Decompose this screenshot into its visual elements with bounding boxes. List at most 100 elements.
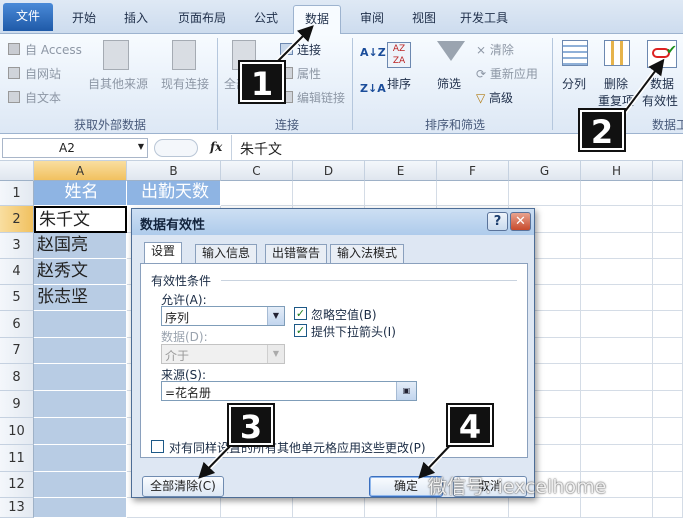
properties-button[interactable]: 属性 [297, 65, 321, 82]
column-header-e[interactable]: E [365, 161, 437, 181]
chevron-down-icon[interactable]: ▼ [267, 307, 284, 325]
grid-cell[interactable] [365, 498, 437, 518]
row-header[interactable]: 13 [0, 498, 34, 518]
tab-error-alert[interactable]: 出错警告 [265, 244, 328, 263]
tab-insert[interactable]: 插入 [114, 5, 158, 34]
dialog-title-bar[interactable]: 数据有效性 ? ✕ [132, 209, 534, 235]
grid-cell[interactable] [581, 338, 653, 364]
name-cell[interactable]: 赵国亮 [34, 233, 127, 259]
grid-cell[interactable] [653, 259, 683, 285]
formula-input[interactable]: 朱千文 [240, 139, 282, 159]
name-cell[interactable] [34, 364, 127, 391]
range-picker-icon[interactable]: ▣ [396, 382, 416, 400]
name-box[interactable]: A2 ▼ [2, 138, 148, 158]
header-cell-days[interactable]: 出勤天数 [127, 181, 221, 206]
grid-cell[interactable] [365, 181, 437, 206]
column-header-b[interactable]: B [127, 161, 221, 181]
grid-cell[interactable] [221, 181, 293, 206]
column-header-g[interactable]: G [509, 161, 581, 181]
grid-cell[interactable] [581, 445, 653, 472]
tab-page-layout[interactable]: 页面布局 [170, 5, 234, 34]
grid-cell[interactable] [221, 498, 293, 518]
row-header[interactable]: 10 [0, 418, 34, 445]
column-header-a[interactable]: A [34, 161, 127, 181]
row-header[interactable]: 12 [0, 472, 34, 498]
row-header[interactable]: 1 [0, 181, 34, 206]
column-header-c[interactable]: C [221, 161, 293, 181]
name-cell[interactable] [34, 498, 127, 518]
row-header[interactable]: 8 [0, 364, 34, 391]
formula-bar-resize-handle[interactable] [154, 139, 198, 157]
advanced-filter-button[interactable]: ▽ 高级 [476, 89, 513, 106]
grid-cell[interactable] [581, 391, 653, 418]
grid-cell[interactable] [581, 418, 653, 445]
tab-file[interactable]: 文件 [3, 3, 53, 31]
row-header[interactable]: 5 [0, 285, 34, 311]
row-header[interactable]: 11 [0, 445, 34, 472]
grid-cell[interactable] [581, 181, 653, 206]
insert-function-button[interactable]: fx [210, 140, 222, 154]
grid-cell[interactable] [509, 498, 581, 518]
tab-input-message[interactable]: 输入信息 [195, 244, 258, 263]
name-cell[interactable] [34, 338, 127, 364]
close-button[interactable]: ✕ [510, 212, 531, 231]
grid-cell[interactable] [653, 498, 683, 518]
grid-cell[interactable] [653, 418, 683, 445]
existing-connections-button[interactable]: 现有连接 [161, 75, 209, 92]
tab-settings[interactable]: 设置 [144, 242, 183, 264]
grid-cell[interactable] [293, 181, 365, 206]
name-cell[interactable] [34, 391, 127, 418]
tab-developer[interactable]: 开发工具 [452, 5, 516, 34]
help-button[interactable]: ? [487, 212, 508, 231]
grid-cell[interactable] [127, 498, 221, 518]
name-cell[interactable] [34, 445, 127, 472]
grid-cell[interactable] [509, 181, 581, 206]
grid-cell[interactable] [293, 498, 365, 518]
name-box-dropdown-icon[interactable]: ▼ [138, 142, 144, 151]
row-header[interactable]: 9 [0, 391, 34, 418]
row-header[interactable]: 7 [0, 338, 34, 364]
text-to-columns-button[interactable]: 分列 [562, 75, 586, 92]
header-cell-name[interactable]: 姓名 [34, 181, 127, 206]
from-web-button[interactable]: 自网站 [25, 65, 61, 82]
select-all-corner[interactable] [0, 161, 34, 181]
name-cell[interactable]: 赵秀文 [34, 259, 127, 285]
tab-home[interactable]: 开始 [62, 5, 106, 34]
remove-duplicates-button[interactable]: 删除 [604, 75, 628, 92]
grid-cell[interactable] [653, 233, 683, 259]
source-input[interactable]: =花名册 ▣ [161, 381, 417, 401]
grid-cell[interactable] [653, 338, 683, 364]
ignore-blank-checkbox[interactable]: ✓ [294, 307, 307, 320]
in-cell-dropdown-checkbox[interactable]: ✓ [294, 324, 307, 337]
active-cell[interactable]: 朱千文 [34, 206, 127, 233]
clear-filter-button[interactable]: ⨯ 清除 [476, 41, 514, 58]
sort-descending-icon[interactable]: Z↓A [360, 82, 386, 95]
tab-data[interactable]: 数据 [293, 5, 341, 34]
sort-ascending-icon[interactable]: A↓Z [360, 46, 386, 59]
grid-cell[interactable] [581, 285, 653, 311]
apply-all-checkbox[interactable] [151, 440, 164, 453]
column-header-next[interactable] [653, 161, 683, 181]
grid-cell[interactable] [437, 498, 509, 518]
grid-cell[interactable] [581, 259, 653, 285]
filter-button[interactable]: 筛选 [437, 75, 461, 92]
grid-cell[interactable] [581, 364, 653, 391]
tab-formulas[interactable]: 公式 [244, 5, 288, 34]
name-cell[interactable] [34, 472, 127, 498]
tab-ime-mode[interactable]: 输入法模式 [330, 244, 405, 263]
grid-cell[interactable] [581, 233, 653, 259]
allow-select[interactable]: 序列 ▼ [161, 306, 285, 326]
grid-cell[interactable] [581, 311, 653, 338]
row-header[interactable]: 3 [0, 233, 34, 259]
column-header-d[interactable]: D [293, 161, 365, 181]
tab-review[interactable]: 审阅 [350, 5, 394, 34]
column-header-f[interactable]: F [437, 161, 509, 181]
grid-cell[interactable] [653, 445, 683, 472]
data-validation-button[interactable]: 数据 [650, 75, 674, 92]
name-cell[interactable]: 张志坚 [34, 285, 127, 311]
connections-button[interactable]: 连接 [297, 41, 321, 58]
clear-all-button[interactable]: 全部清除(C) [142, 476, 224, 497]
grid-cell[interactable] [653, 472, 683, 498]
from-text-button[interactable]: 自文本 [25, 89, 61, 106]
row-header[interactable]: 6 [0, 311, 34, 338]
